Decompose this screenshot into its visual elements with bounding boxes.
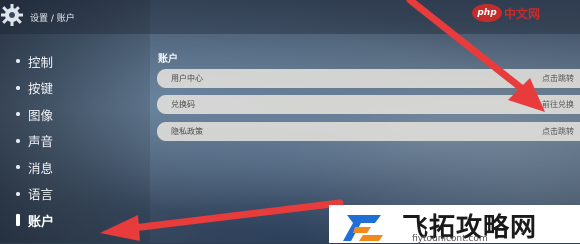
section-title: 账户 [158,54,178,65]
row-action[interactable]: 点击跳转 [542,126,580,137]
sidebar-item-messages[interactable]: 消息 [16,154,126,181]
row-label: 隐私政策 [171,127,203,136]
sidebar-item-label: 按键 [28,81,54,97]
row-action[interactable]: 前往兑换 [542,99,580,110]
sidebar-item-graphics[interactable]: 图像 [16,101,126,128]
sidebar-item-control[interactable]: 控制 [16,48,126,75]
sidebar-item-language[interactable]: 语言 [16,181,126,208]
php-badge: php [472,4,502,22]
sidebar-item-label: 语言 [28,187,54,203]
bullet-icon [16,112,20,117]
site-logo: php 中文网 [472,2,552,24]
row-user-center[interactable]: 用户中心 点击跳转 [157,69,580,88]
row-redeem-code[interactable]: 兑换码 前往兑换 [157,95,580,114]
active-indicator [16,214,20,227]
sidebar-menu: 控制 按键 图像 声音 消息 语言 账户 [16,48,126,234]
bullet-icon [16,59,20,64]
sidebar-item-label: 控制 [28,54,54,70]
row-label: 兑换码 [171,100,195,109]
sidebar-item-keys[interactable]: 按键 [16,75,126,102]
site-logo-text: 中文网 [504,7,541,21]
gear-icon[interactable] [0,3,24,27]
sidebar-item-label: 账户 [28,214,55,230]
bullet-icon [16,85,20,90]
row-privacy-policy[interactable]: 隐私政策 点击跳转 [157,122,580,141]
sidebar-item-account[interactable]: 账户 [16,207,126,234]
sidebar-item-label: 图像 [28,107,54,123]
bullet-icon [16,191,20,196]
sidebar-item-label: 声音 [28,134,54,150]
breadcrumb: 设置 / 账户 [30,14,75,24]
watermark-logo-icon [343,215,383,241]
sidebar-item-sound[interactable]: 声音 [16,128,126,155]
row-action[interactable]: 点击跳转 [542,73,580,84]
sidebar-item-label: 消息 [28,160,54,176]
bullet-icon [16,138,20,143]
row-label: 用户中心 [171,74,203,83]
bullet-icon [16,165,20,170]
